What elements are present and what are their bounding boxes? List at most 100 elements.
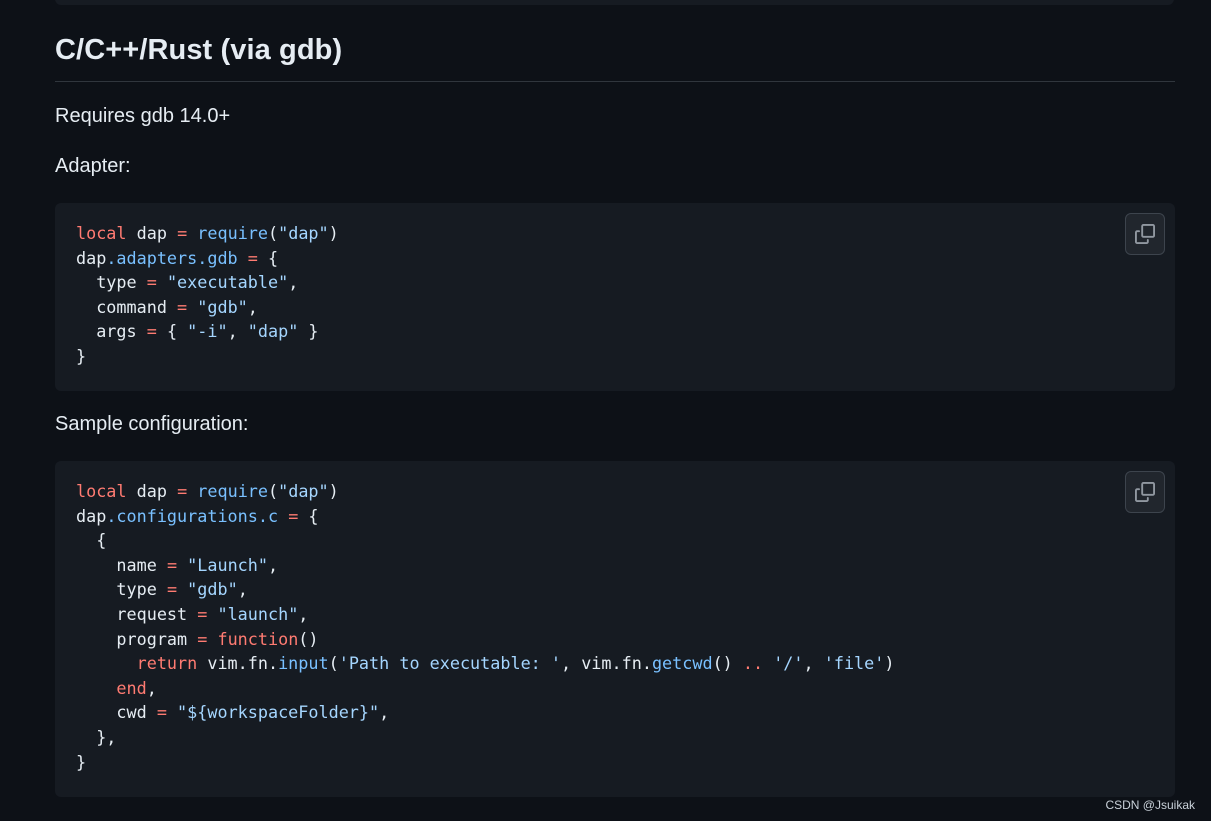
- heading-divider: [55, 81, 1175, 82]
- code-token: dap: [76, 247, 107, 268]
- code-line: name = "Launch",: [76, 553, 894, 578]
- code-token: ): [884, 653, 895, 674]
- sample-code-block: local dap = require("dap") dap.configurat…: [55, 461, 1175, 797]
- copy-button[interactable]: [1125, 213, 1165, 255]
- adapter-code-block: local dap = require("dap") dap.adapters.g…: [55, 203, 1175, 391]
- code-token: (): [712, 653, 743, 674]
- copy-button[interactable]: [1125, 471, 1165, 513]
- section-heading: C/C++/Rust (via gdb): [55, 34, 343, 66]
- code-token: (: [268, 481, 279, 501]
- code-line: cwd = "${workspaceFolder}",: [76, 700, 894, 725]
- code-token: dap: [76, 505, 107, 526]
- code-token: "executable": [166, 272, 289, 293]
- code-line: request = "launch",: [76, 602, 894, 627]
- code-token: =: [197, 628, 208, 649]
- adapter-code[interactable]: local dap = require("dap") dap.adapters.g…: [76, 221, 339, 369]
- code-token: =: [166, 554, 178, 575]
- sample-code[interactable]: local dap = require("dap") dap.configurat…: [76, 479, 894, 774]
- code-token: "${workspaceFolder}": [177, 702, 380, 723]
- code-token: require: [197, 223, 269, 243]
- code-token: 'file': [823, 653, 885, 674]
- code-token: "Launch": [187, 554, 268, 575]
- code-line: local dap = require("dap"): [76, 221, 339, 246]
- code-line: end,: [76, 676, 894, 701]
- code-token: command: [76, 296, 178, 317]
- code-line: command = "gdb",: [76, 295, 339, 320]
- code-token: =: [197, 603, 208, 624]
- code-token: "dap": [247, 321, 299, 342]
- code-token: ,: [227, 321, 248, 342]
- previous-code-block: [55, 0, 1174, 5]
- code-token: }: [298, 321, 319, 342]
- code-token: type: [76, 579, 167, 600]
- code-token: ): [328, 223, 339, 243]
- code-token: }: [76, 345, 87, 366]
- code-token: , vim.fn.: [561, 653, 652, 674]
- code-line: program = function(): [76, 627, 894, 652]
- code-token: cwd: [76, 702, 157, 723]
- code-token: .configurations.c: [106, 505, 279, 526]
- code-token: ): [328, 481, 339, 501]
- code-token: (: [328, 653, 339, 674]
- code-token: ,: [379, 702, 390, 723]
- code-token: local: [76, 481, 127, 501]
- code-line: return vim.fn.input('Path to executable:…: [76, 651, 895, 676]
- code-token: =: [156, 702, 167, 723]
- code-token: ,: [267, 554, 279, 575]
- code-line: type = "executable",: [76, 270, 339, 295]
- code-token: ,: [298, 603, 309, 624]
- code-token: getcwd: [651, 653, 713, 674]
- code-token: dap: [126, 481, 178, 501]
- watermark: CSDN @Jsuikak: [1105, 798, 1195, 812]
- code-token: args: [76, 321, 147, 342]
- code-token: ..: [742, 653, 764, 674]
- code-token: ,: [288, 272, 299, 293]
- code-token: "gdb": [197, 296, 248, 317]
- code-token: "gdb": [187, 579, 238, 600]
- code-token: =: [177, 223, 188, 243]
- copy-icon: [1135, 224, 1155, 244]
- code-token: ,: [146, 677, 157, 698]
- sample-configuration-label: Sample configuration:: [55, 413, 249, 435]
- code-token: end: [116, 677, 147, 698]
- code-token: (: [268, 223, 279, 243]
- code-token: require: [197, 481, 269, 501]
- code-token: return: [136, 653, 198, 674]
- code-line: {: [76, 528, 894, 553]
- code-token: request: [76, 603, 198, 624]
- code-token: =: [146, 272, 157, 293]
- code-token: local: [76, 223, 127, 243]
- code-token: {: [156, 321, 188, 342]
- code-line: dap.configurations.c = {: [76, 504, 894, 529]
- code-token: input: [278, 653, 329, 674]
- code-token: dap: [126, 223, 178, 243]
- requirement-text: Requires gdb 14.0+: [55, 105, 231, 127]
- code-token: name: [76, 554, 167, 575]
- code-token: program: [76, 628, 198, 649]
- code-token: function: [217, 628, 299, 649]
- code-line: args = { "-i", "dap" }: [76, 319, 339, 344]
- code-token: },: [76, 726, 117, 747]
- code-token: =: [247, 247, 258, 268]
- code-token: ,: [237, 579, 248, 600]
- code-token: =: [288, 505, 299, 526]
- code-token: 'Path to executable: ': [338, 653, 561, 674]
- code-token: '/': [773, 653, 804, 674]
- code-token: {: [76, 530, 107, 551]
- adapter-label: Adapter:: [55, 155, 131, 177]
- code-token: }: [76, 751, 87, 772]
